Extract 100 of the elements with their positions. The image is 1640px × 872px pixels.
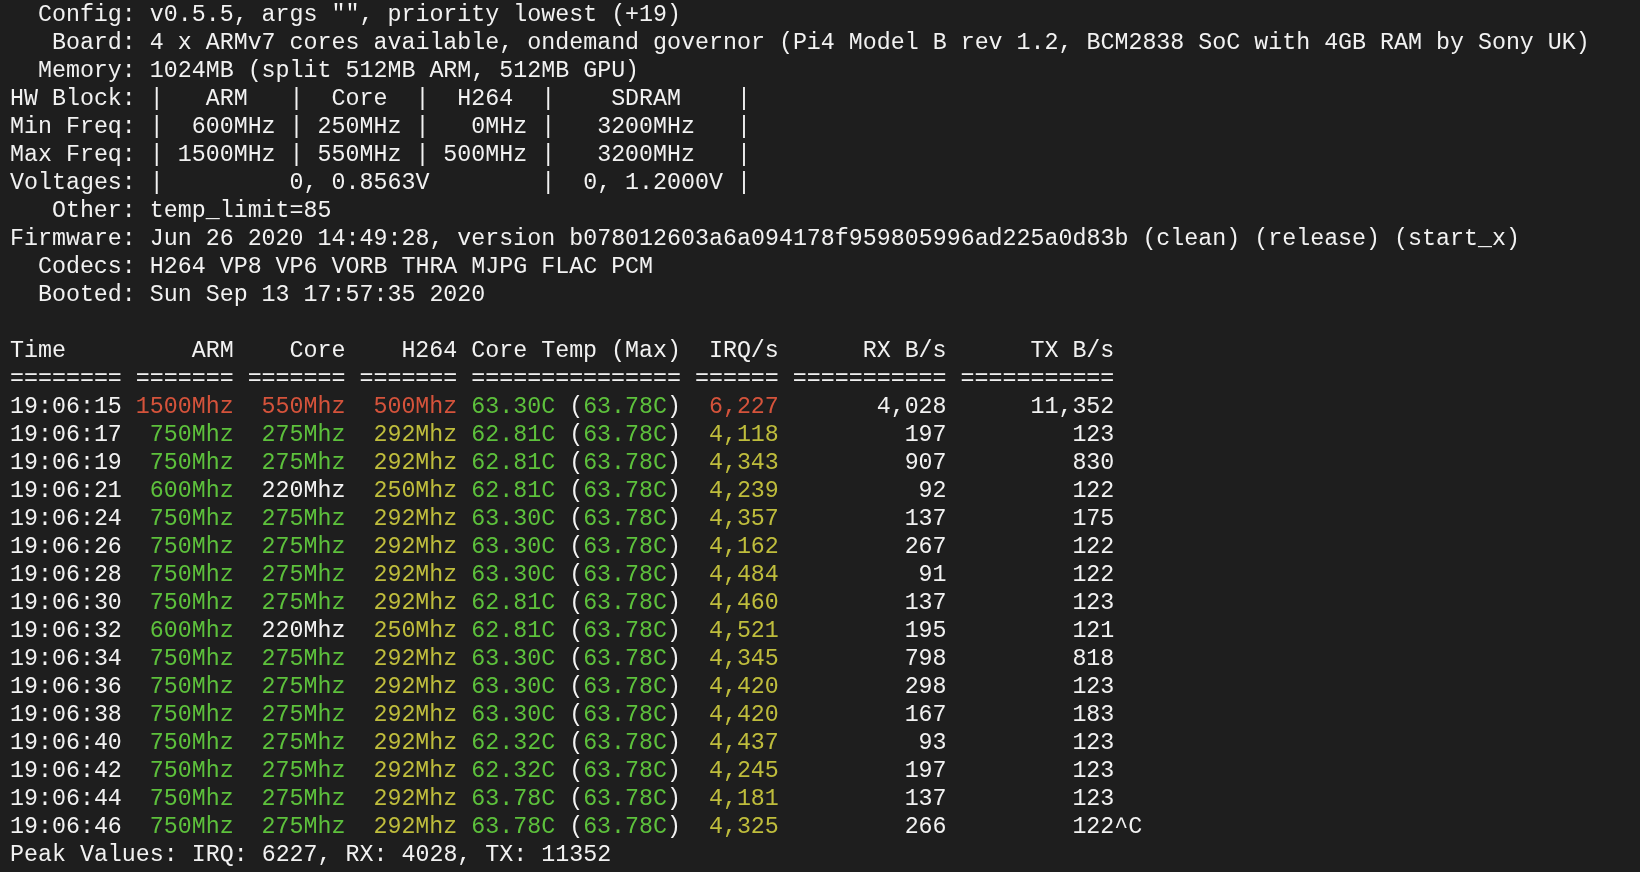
table-cell: 19:06:38 (10, 701, 122, 729)
table-cell-text: 4,420 (707, 673, 779, 701)
info-label: Voltages: (10, 169, 136, 197)
table-cell-text: 750Mhz (148, 813, 234, 841)
table-cell: 62.32C (63.78C) (471, 757, 681, 785)
table-cell-text: 11,352 (1029, 393, 1115, 421)
table-cell: 19:06:44 (10, 785, 122, 813)
column-header: H264 (400, 337, 458, 365)
table-cell-text: 122 (1071, 561, 1115, 589)
table-cell-text: 292Mhz (372, 449, 458, 477)
table-cell: 19:06:19 (10, 449, 122, 477)
table-cell-text: 798 (903, 645, 947, 673)
table-cell-text: 750Mhz (148, 645, 234, 673)
table-cell-text: 275Mhz (260, 813, 346, 841)
header-rule: ======= (247, 365, 346, 393)
info-value: v0.5.5, args "", priority lowest (+19) (149, 1, 682, 29)
header-rule: =============== (471, 365, 681, 393)
table-cell-text: 275Mhz (260, 533, 346, 561)
table-cell: 19:06:46 (10, 813, 122, 841)
table-cell-text: 4,437 (707, 729, 779, 757)
info-label: Max Freq: (10, 141, 136, 169)
info-label: Codecs: (36, 253, 136, 281)
table-cell-text: 4,484 (707, 561, 779, 589)
table-cell-text: 6,227 (707, 393, 779, 421)
table-cell-text: 4,181 (707, 785, 779, 813)
table-cell-text: 122 (1071, 477, 1115, 505)
header-rule: =========== (792, 365, 947, 393)
table-cell-text: 137 (903, 505, 947, 533)
table-cell-text: 4,420 (707, 701, 779, 729)
table-cell-text: 167 (903, 701, 947, 729)
table-cell: 63.78C (63.78C) (471, 813, 681, 841)
table-cell-text: 267 (903, 533, 947, 561)
info-label: Booted: (36, 281, 136, 309)
table-cell-text: 195 (903, 617, 947, 645)
column-header: IRQ/s (707, 337, 779, 365)
table-cell-text: 275Mhz (260, 505, 346, 533)
table-cell-text: 266 (903, 813, 947, 841)
table-cell-text: 275Mhz (260, 589, 346, 617)
column-header: Core (288, 337, 346, 365)
interrupt-marker: ^C (1114, 813, 1143, 841)
table-cell: 63.30C (63.78C) (471, 505, 681, 533)
table-cell-text: 123 (1071, 757, 1115, 785)
table-cell: 63.30C (63.78C) (471, 673, 681, 701)
table-cell-text: 250Mhz (372, 477, 458, 505)
table-cell-text: 292Mhz (372, 701, 458, 729)
table-cell: 19:06:15 (10, 393, 122, 421)
info-label: Memory: (36, 57, 136, 85)
table-cell-text: 4,345 (707, 645, 779, 673)
table-cell-text: 122 (1071, 813, 1115, 841)
table-cell-text: 175 (1071, 505, 1115, 533)
table-cell: 19:06:42 (10, 757, 122, 785)
table-cell-text: 550Mhz (260, 393, 346, 421)
table-cell-text: 4,325 (707, 813, 779, 841)
table-cell-text: 292Mhz (372, 561, 458, 589)
table-cell: 62.32C (63.78C) (471, 729, 681, 757)
table-cell: 62.81C (63.78C) (471, 421, 681, 449)
table-cell-text: 275Mhz (260, 561, 346, 589)
table-cell-text: 4,239 (707, 477, 779, 505)
info-value: | 0, 0.8563V | 0, 1.2000V | (149, 169, 751, 197)
table-cell: 19:06:30 (10, 589, 122, 617)
table-cell-text: 122 (1071, 533, 1115, 561)
table-cell-text: 275Mhz (260, 645, 346, 673)
column-header: TX B/s (1029, 337, 1115, 365)
table-cell: 63.78C (63.78C) (471, 785, 681, 813)
table-cell-text: 750Mhz (148, 505, 234, 533)
table-cell-text: 292Mhz (372, 673, 458, 701)
table-cell-text: 830 (1071, 449, 1115, 477)
table-cell-text: 4,460 (707, 589, 779, 617)
table-cell: 19:06:21 (10, 477, 122, 505)
table-cell-text: 4,343 (707, 449, 779, 477)
table-cell-text: 4,521 (707, 617, 779, 645)
info-label: Min Freq: (10, 113, 136, 141)
info-label: Other: (50, 197, 136, 225)
table-cell-text: 750Mhz (148, 701, 234, 729)
info-value: | 600MHz | 250MHz | 0MHz | 3200MHz | (149, 113, 751, 141)
table-cell: 19:06:24 (10, 505, 122, 533)
column-header: RX B/s (861, 337, 947, 365)
table-cell-text: 4,028 (875, 393, 947, 421)
table-cell-text: 121 (1071, 617, 1115, 645)
table-cell-text: 750Mhz (148, 533, 234, 561)
table-cell-text: 907 (903, 449, 947, 477)
table-cell-text: 750Mhz (148, 785, 234, 813)
header-rule: =========== (960, 365, 1115, 393)
table-cell-text: 183 (1071, 701, 1115, 729)
table-cell-text: 137 (903, 589, 947, 617)
table-cell-text: 292Mhz (372, 729, 458, 757)
table-cell-text: 750Mhz (148, 449, 234, 477)
info-value: 1024MB (split 512MB ARM, 512MB GPU) (149, 57, 640, 85)
table-cell-text: 292Mhz (372, 757, 458, 785)
table-cell-text: 123 (1071, 729, 1115, 757)
table-cell-text: 4,162 (707, 533, 779, 561)
table-cell: 19:06:34 (10, 645, 122, 673)
table-cell-text: 292Mhz (372, 813, 458, 841)
table-cell-text: 292Mhz (372, 533, 458, 561)
info-value: Jun 26 2020 14:49:28, version b078012603a6a094178f959805996ad225a0d83b (clean) (release) (start_x) (149, 225, 1520, 253)
table-cell-text: 275Mhz (260, 449, 346, 477)
table-cell-text: 275Mhz (260, 701, 346, 729)
table-cell-text: 4,245 (707, 757, 779, 785)
table-cell-text: 750Mhz (148, 757, 234, 785)
table-cell-text: 750Mhz (148, 561, 234, 589)
